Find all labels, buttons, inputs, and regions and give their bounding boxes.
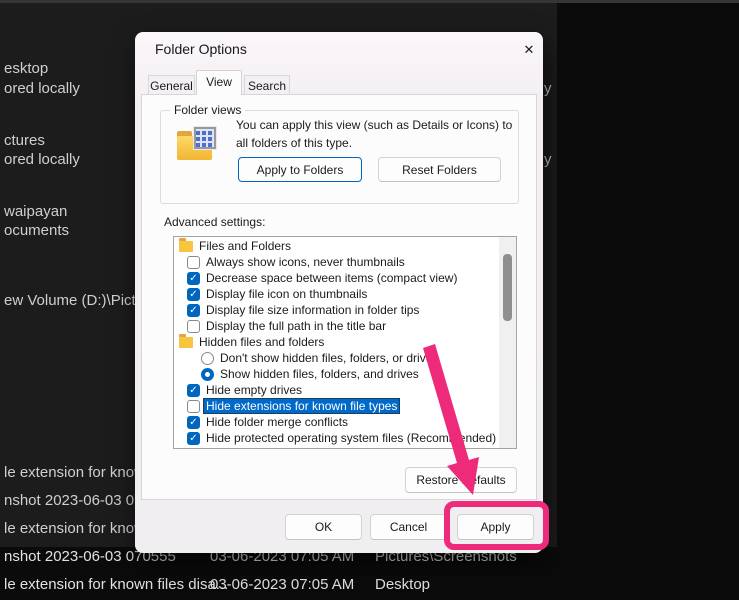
- folder-views-description: You can apply this view (such as Details…: [236, 118, 512, 132]
- folder-view-icon: [177, 127, 217, 162]
- bg-text: ored locally: [4, 151, 80, 168]
- close-icon[interactable]: ✕: [517, 38, 541, 62]
- scrollbar[interactable]: [499, 237, 516, 448]
- setting-label: Decrease space between items (compact vi…: [206, 271, 457, 285]
- advanced-setting-row[interactable]: Don't show hidden files, folders, or dri…: [174, 350, 500, 366]
- scrollbar-thumb[interactable]: [503, 254, 512, 321]
- bg-text: waipayan: [4, 203, 67, 220]
- apply-to-folders-button[interactable]: Apply to Folders: [238, 157, 362, 182]
- advanced-settings-label: Advanced settings:: [164, 215, 265, 229]
- checkbox-checked-icon[interactable]: ✓: [187, 288, 200, 301]
- checkbox-checked-icon[interactable]: ✓: [187, 304, 200, 317]
- setting-label: Files and Folders: [199, 239, 291, 253]
- advanced-setting-row[interactable]: Files and Folders: [174, 238, 500, 254]
- folder-views-description: all folders of this type.: [236, 136, 352, 150]
- setting-label: Launch folder windows in a separate proc…: [206, 447, 446, 449]
- bg-text: ored locally: [4, 80, 80, 97]
- advanced-setting-row[interactable]: Hide extensions for known file types: [174, 398, 500, 414]
- setting-label: Hide protected operating system files (R…: [206, 431, 496, 445]
- bg-text: ocuments: [4, 222, 69, 239]
- group-label: Folder views: [170, 103, 245, 117]
- advanced-setting-row[interactable]: ✓ Hide folder merge conflicts: [174, 414, 500, 430]
- folder-icon: [179, 241, 193, 252]
- advanced-setting-row[interactable]: Launch folder windows in a separate proc…: [174, 446, 500, 449]
- checkbox-unchecked-icon[interactable]: [187, 320, 200, 333]
- checkbox-checked-icon[interactable]: ✓: [187, 272, 200, 285]
- tab-search[interactable]: Search: [244, 75, 290, 95]
- settings-rows: Files and Folders Always show icons, neve…: [174, 238, 500, 449]
- bg-text: ctures: [4, 132, 45, 149]
- setting-label: Hide empty drives: [206, 383, 302, 397]
- bg-text: esktop: [4, 60, 48, 77]
- ok-button[interactable]: OK: [285, 514, 362, 540]
- advanced-setting-row[interactable]: ✓ Decrease space between items (compact v…: [174, 270, 500, 286]
- checkbox-unchecked-icon[interactable]: [187, 448, 200, 450]
- checkbox-unchecked-icon[interactable]: [187, 256, 200, 269]
- checkbox-checked-icon[interactable]: ✓: [187, 384, 200, 397]
- setting-label: Don't show hidden files, folders, or dri…: [220, 351, 438, 365]
- tab-general[interactable]: General: [148, 75, 195, 95]
- checkbox-checked-icon[interactable]: ✓: [187, 432, 200, 445]
- reset-folders-button[interactable]: Reset Folders: [378, 157, 501, 182]
- advanced-setting-row[interactable]: ✓ Display file size information in folder…: [174, 302, 500, 318]
- file-row-name: le extension for known files disa...: [4, 576, 228, 593]
- grid-view-icon: [194, 127, 216, 149]
- setting-label: Always show icons, never thumbnails: [206, 255, 405, 269]
- advanced-setting-row[interactable]: ✓ Display file icon on thumbnails: [174, 286, 500, 302]
- setting-label: Display file icon on thumbnails: [206, 287, 367, 301]
- file-row-date: 03-06-2023 07:05 AM: [210, 576, 354, 593]
- apply-button[interactable]: Apply: [457, 514, 534, 540]
- setting-label: Hide extensions for known file types: [204, 399, 399, 413]
- advanced-setting-row[interactable]: ✓ Hide protected operating system files (…: [174, 430, 500, 446]
- restore-defaults-button[interactable]: Restore Defaults: [405, 467, 517, 493]
- file-row-folder: Desktop: [375, 576, 430, 593]
- bg-text-fragment: y: [544, 80, 552, 97]
- checkbox-checked-icon[interactable]: ✓: [187, 416, 200, 429]
- setting-label: Display the full path in the title bar: [206, 319, 386, 333]
- setting-label: Hide folder merge conflicts: [206, 415, 348, 429]
- radio-unchecked-icon[interactable]: [201, 352, 214, 365]
- advanced-setting-row[interactable]: Always show icons, never thumbnails: [174, 254, 500, 270]
- setting-label: Hidden files and folders: [199, 335, 324, 349]
- screen: esktop ored locally ctures ored locally …: [0, 0, 739, 600]
- advanced-settings-list[interactable]: Files and Folders Always show icons, neve…: [173, 236, 517, 449]
- setting-label: Display file size information in folder …: [206, 303, 419, 317]
- tab-view[interactable]: View: [196, 70, 242, 95]
- advanced-setting-row[interactable]: ✓ Hide empty drives: [174, 382, 500, 398]
- folder-icon: [179, 337, 193, 348]
- radio-checked-icon[interactable]: [201, 368, 214, 381]
- advanced-setting-row[interactable]: Show hidden files, folders, and drives: [174, 366, 500, 382]
- folder-options-dialog: Folder Options ✕ General View Search Fol…: [135, 32, 543, 553]
- checkbox-unchecked-icon[interactable]: [187, 400, 200, 413]
- dialog-title: Folder Options: [155, 41, 247, 57]
- advanced-setting-row[interactable]: Hidden files and folders: [174, 334, 500, 350]
- setting-label: Show hidden files, folders, and drives: [220, 367, 419, 381]
- bg-text-fragment: y: [544, 151, 552, 168]
- view-tab-page: Folder views You can apply this view (su…: [141, 94, 537, 500]
- cancel-button[interactable]: Cancel: [370, 514, 447, 540]
- advanced-setting-row[interactable]: Display the full path in the title bar: [174, 318, 500, 334]
